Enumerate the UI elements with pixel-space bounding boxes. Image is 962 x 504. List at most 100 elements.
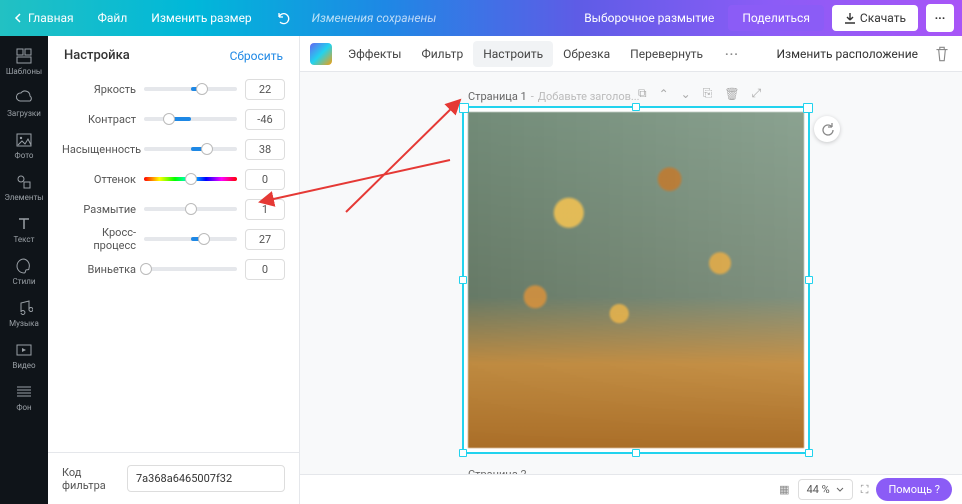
slider-value[interactable]: 1 [245, 199, 285, 220]
rail-background[interactable]: Фон [0, 376, 48, 418]
slider-thumb[interactable] [163, 113, 175, 125]
home-button[interactable]: Главная [8, 7, 80, 29]
page-actions: ⧉ ⌃ ⌄ ⎘ 🗑 ⤢ [638, 86, 761, 101]
slider-value[interactable]: 38 [245, 139, 285, 160]
slider-row-6: Виньетка 0 [62, 255, 285, 283]
adjust-panel: Настройка Сбросить Яркость 22 Контраст -46 Н… [48, 36, 300, 504]
panel-title: Настройка [64, 48, 130, 63]
rail-photos[interactable]: Фото [0, 124, 48, 166]
slider-value[interactable]: 0 [245, 259, 285, 280]
toolbar-item[interactable]: Настроить [473, 41, 553, 67]
rail-uploads[interactable]: Загрузки [0, 82, 48, 124]
slider-track[interactable] [144, 177, 237, 181]
download-button[interactable]: Скачать [832, 5, 918, 31]
canvas-area[interactable]: Страница 1 - Добавьте заголов... ⧉ ⌃ ⌄ ⎘… [300, 72, 962, 474]
video-icon [15, 341, 33, 359]
slider-thumb[interactable] [196, 83, 208, 95]
slider-track[interactable] [144, 237, 237, 241]
more-icon: ··· [935, 11, 946, 25]
filter-code-label: Код фильтра [62, 466, 117, 492]
chevron-left-icon [14, 13, 24, 23]
slider-thumb[interactable] [140, 263, 152, 275]
chevron-up-icon[interactable]: ⌃ [659, 87, 669, 101]
copy-page-icon[interactable]: ⎘ [703, 86, 713, 101]
slider-value[interactable]: 22 [245, 79, 285, 100]
slider-row-4: Размытие1 [62, 195, 285, 223]
reorder-button[interactable]: Изменить расположение [776, 47, 918, 61]
slider-label: Виньетка [62, 263, 144, 276]
rail-styles[interactable]: Стили [0, 250, 48, 292]
page-1-header: Страница 1 - Добавьте заголов... [468, 90, 640, 103]
save-status: Изменения сохранены [312, 11, 437, 25]
slider-label: Яркость [62, 83, 144, 96]
selective-blur-title[interactable]: Выборочное размытие [578, 7, 720, 29]
slider-track[interactable] [144, 207, 237, 211]
rail-video[interactable]: Видео [0, 334, 48, 376]
pages-icon[interactable]: ▦ [779, 483, 789, 496]
rail-templates[interactable]: Шаблоны [0, 40, 48, 82]
slider-row-1: Контраст -46 [62, 105, 285, 133]
palette-icon [15, 257, 33, 275]
slider-track[interactable] [144, 147, 237, 151]
toolbar-item[interactable]: Обрезка [553, 41, 620, 67]
toolbar-item[interactable]: Фильтр [411, 41, 473, 67]
topbar: Главная Файл Изменить размер Изменения с… [0, 0, 962, 36]
rail-elements[interactable]: Элементы [0, 166, 48, 208]
slider-label: Кросс-процесс [62, 226, 144, 252]
home-label: Главная [28, 11, 74, 25]
resize-menu[interactable]: Изменить размер [145, 7, 257, 29]
slider-value[interactable]: 0 [245, 169, 285, 190]
toolbar-item[interactable]: Эффекты [338, 41, 411, 67]
delete-page-icon[interactable]: 🗑 [724, 87, 739, 101]
image-toolbar: ЭффектыФильтрНастроитьОбрезкаПеревернуть… [300, 36, 962, 72]
image-content [468, 112, 804, 448]
help-button[interactable]: Помощь ? [876, 478, 952, 501]
page-1-title: Страница 1 [468, 90, 527, 103]
lock-page-icon[interactable]: ⤢ [752, 86, 762, 101]
slider-track[interactable] [144, 267, 237, 271]
trash-icon[interactable] [932, 44, 952, 64]
selected-image-frame[interactable] [462, 106, 810, 454]
image-icon [15, 131, 33, 149]
rail-text[interactable]: Текст [0, 208, 48, 250]
chevron-down-icon [836, 486, 844, 494]
chevron-down-icon[interactable]: ⌄ [681, 87, 691, 101]
slider-track[interactable] [144, 117, 237, 121]
templates-icon [15, 47, 33, 65]
zoom-control[interactable]: 44 % [798, 479, 853, 500]
slider-row-5: Кросс-процесс 27 [62, 225, 285, 253]
slider-thumb[interactable] [185, 173, 197, 185]
slider-thumb[interactable] [198, 233, 210, 245]
fullscreen-icon[interactable]: ⛶ [861, 483, 869, 497]
cloud-upload-icon [15, 89, 33, 107]
slider-thumb[interactable] [201, 143, 213, 155]
toolbar-item[interactable]: Перевернуть [620, 41, 713, 67]
bottom-bar: ▦ 44 % ⛶ Помощь ? [300, 474, 962, 504]
toolbar-more[interactable]: ··· [719, 43, 745, 65]
more-button[interactable]: ··· [926, 4, 954, 32]
rail-music[interactable]: Музыка [0, 292, 48, 334]
slider-list: Яркость 22 Контраст -46 Насыщенность 38 Оттено… [48, 75, 299, 452]
add-page-icon[interactable]: ⧉ [638, 86, 647, 101]
image-thumbnail[interactable] [310, 43, 332, 65]
slider-label: Контраст [62, 113, 144, 126]
download-icon [844, 12, 856, 24]
reset-button[interactable]: Сбросить [230, 49, 283, 63]
reload-blur-button[interactable] [814, 116, 840, 142]
slider-thumb[interactable] [185, 203, 197, 215]
slider-row-2: Насыщенность 38 [62, 135, 285, 163]
slider-track[interactable] [144, 87, 237, 91]
slider-row-3: Оттенок0 [62, 165, 285, 193]
undo-button[interactable] [270, 7, 296, 29]
file-menu[interactable]: Файл [92, 7, 134, 29]
filter-code-input[interactable] [127, 465, 285, 492]
slider-label: Насыщенность [62, 143, 144, 156]
share-button[interactable]: Поделиться [728, 5, 824, 31]
shapes-icon [15, 173, 33, 191]
page-caption-placeholder[interactable]: Добавьте заголов... [538, 90, 640, 103]
background-icon [15, 383, 33, 401]
slider-value[interactable]: -46 [245, 109, 285, 130]
slider-value[interactable]: 27 [245, 229, 285, 250]
music-icon [15, 299, 33, 317]
text-icon [15, 215, 33, 233]
